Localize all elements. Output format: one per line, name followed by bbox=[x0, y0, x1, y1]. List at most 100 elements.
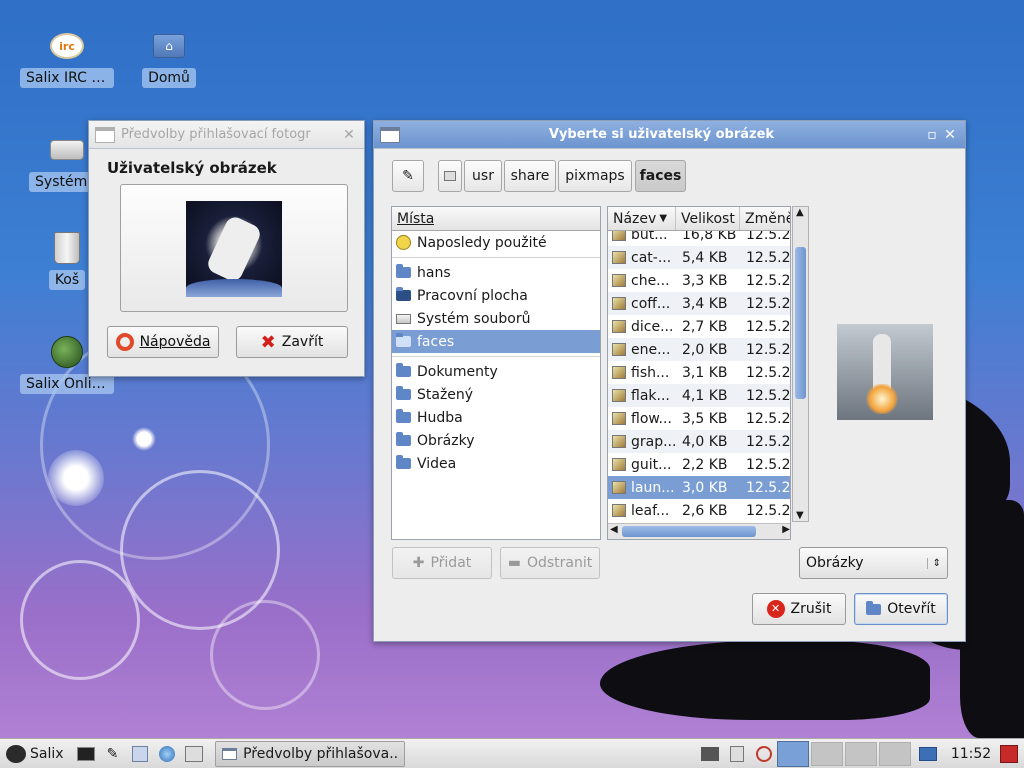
file-row[interactable]: coff... 3,4 KB 12.5.20 bbox=[608, 292, 790, 315]
shuttle-figure bbox=[873, 334, 891, 390]
desktop-icon-home[interactable]: ⌂ Domů bbox=[121, 28, 217, 92]
workspace-4[interactable] bbox=[879, 741, 911, 766]
task-button-prefs[interactable]: Předvolby přihlašova... bbox=[214, 740, 405, 767]
cancel-icon: ✕ bbox=[766, 600, 785, 618]
path-button-usr[interactable]: usr bbox=[464, 160, 502, 192]
clock[interactable]: 11:52 bbox=[949, 746, 993, 762]
file-modified: 12.5.20 bbox=[746, 433, 791, 450]
start-menu-button[interactable]: Salix bbox=[0, 744, 70, 763]
place-downloads[interactable]: Stažený bbox=[392, 383, 600, 406]
scroll-up-icon[interactable]: ▲ bbox=[796, 207, 804, 218]
remove-button-label: Odstranit bbox=[526, 555, 593, 571]
trash-icon bbox=[47, 230, 87, 266]
desktop-icon-irc[interactable]: irc Salix IRC s... bbox=[19, 28, 115, 92]
vertical-scrollbar[interactable]: ▲ ▼ bbox=[792, 206, 809, 522]
path-root-button[interactable] bbox=[438, 160, 462, 192]
workspace-2[interactable] bbox=[811, 741, 843, 766]
file-name: flow... bbox=[631, 410, 672, 427]
file-size: 2,0 KB bbox=[682, 341, 728, 358]
file-row[interactable]: grap... 4,0 KB 12.5.20 bbox=[608, 430, 791, 453]
file-row[interactable]: guit... 2,2 KB 12.5.20 bbox=[608, 453, 790, 476]
path-button-share[interactable]: share bbox=[504, 160, 556, 192]
network-icon[interactable] bbox=[699, 743, 721, 765]
file-modified: 12.5.20 bbox=[746, 272, 791, 289]
close-icon[interactable]: ✕ bbox=[340, 126, 358, 144]
place-desktop[interactable]: Pracovní plocha bbox=[392, 284, 600, 307]
file-size: 3,3 KB bbox=[682, 272, 728, 289]
add-button[interactable]: ✚ Přidat bbox=[392, 547, 492, 579]
window-icon bbox=[95, 126, 115, 143]
place-documents[interactable]: Dokumenty bbox=[392, 360, 600, 383]
file-manager-icon[interactable] bbox=[129, 743, 151, 765]
column-size[interactable]: Velikost bbox=[676, 207, 740, 230]
places-header[interactable]: Místa bbox=[392, 207, 600, 231]
wallpaper-swirl bbox=[210, 600, 320, 710]
keyboard-layout-icon[interactable] bbox=[917, 743, 939, 765]
workspace-1[interactable] bbox=[777, 740, 809, 767]
place-label: faces bbox=[417, 333, 455, 350]
user-picture-button[interactable] bbox=[120, 184, 348, 312]
file-row[interactable]: ene... 2,0 KB 12.5.20 bbox=[608, 338, 790, 361]
file-size: 2,7 KB bbox=[682, 318, 728, 335]
maximize-icon[interactable]: ▫ bbox=[923, 126, 941, 144]
folder-icon bbox=[396, 333, 411, 347]
removable-drive-icon[interactable] bbox=[726, 743, 748, 765]
prefs-heading: Uživatelský obrázek bbox=[107, 159, 277, 177]
column-name[interactable]: Název ▼ bbox=[608, 207, 676, 230]
file-row[interactable]: fish... 3,1 KB 12.5.20 bbox=[608, 361, 790, 384]
place-filesystem[interactable]: Systém souborů bbox=[392, 307, 600, 330]
chooser-titlebar[interactable]: Vyberte si uživatelský obrázek ▫ ✕ bbox=[374, 121, 965, 149]
file-size: 3,0 KB bbox=[682, 479, 728, 496]
close-icon[interactable]: ✕ bbox=[941, 126, 959, 144]
place-music[interactable]: Hudba bbox=[392, 406, 600, 429]
logout-icon[interactable] bbox=[998, 743, 1020, 765]
workspace-3[interactable] bbox=[845, 741, 877, 766]
place-home[interactable]: hans bbox=[392, 261, 600, 284]
place-recent[interactable]: Naposledy použité bbox=[392, 231, 600, 254]
file-size: 4,0 KB bbox=[682, 433, 728, 450]
file-row[interactable]: dice... 2,7 KB 12.5.20 bbox=[608, 315, 790, 338]
remove-button[interactable]: ▬ Odstranit bbox=[500, 547, 600, 579]
file-filter-select[interactable]: Obrázky ⇕ bbox=[799, 547, 948, 579]
help-icon bbox=[115, 333, 134, 351]
file-row[interactable]: laun... 3,0 KB 12.5.20 bbox=[608, 476, 790, 499]
prefs-titlebar[interactable]: Předvolby přihlašovací fotogr ✕ bbox=[89, 121, 364, 149]
horizontal-scrollbar[interactable]: ◀ ▶ bbox=[608, 523, 790, 539]
scroll-right-icon[interactable]: ▶ bbox=[782, 524, 790, 535]
window-icon bbox=[221, 747, 238, 760]
place-videos[interactable]: Videa bbox=[392, 452, 600, 475]
web-browser-icon[interactable] bbox=[156, 743, 178, 765]
help-button[interactable]: Nápověda bbox=[107, 326, 219, 358]
place-faces[interactable]: faces bbox=[392, 330, 600, 353]
terminal-icon[interactable] bbox=[75, 743, 97, 765]
file-row[interactable]: leaf... 2,6 KB 12.5.20 bbox=[608, 499, 790, 522]
update-notifier-icon[interactable] bbox=[753, 743, 775, 765]
horizontal-scroll-thumb[interactable] bbox=[622, 526, 756, 537]
place-pictures[interactable]: Obrázky bbox=[392, 429, 600, 452]
close-button[interactable]: ✖ Zavřít bbox=[236, 326, 348, 358]
harddisk-icon bbox=[47, 132, 87, 168]
desktop-icon bbox=[396, 287, 411, 301]
file-row[interactable]: flow... 3,5 KB 12.5.20 bbox=[608, 407, 790, 430]
close-button-label: Zavřít bbox=[281, 334, 324, 350]
path-button-faces[interactable]: faces bbox=[635, 160, 686, 192]
place-label: Stažený bbox=[417, 386, 474, 403]
path-button-pixmaps[interactable]: pixmaps bbox=[558, 160, 632, 192]
cancel-button[interactable]: ✕ Zrušit bbox=[752, 593, 846, 625]
open-button[interactable]: Otevřít bbox=[854, 593, 948, 625]
file-row[interactable]: flak... 4,1 KB 12.5.20 bbox=[608, 384, 790, 407]
scroll-down-icon[interactable]: ▼ bbox=[796, 510, 804, 521]
column-modified[interactable]: Změně bbox=[740, 207, 790, 230]
file-name-cell: flak... bbox=[608, 388, 676, 404]
file-row[interactable]: cat-... 5,4 KB 12.5.20 bbox=[608, 246, 790, 269]
text-editor-icon[interactable]: ✎ bbox=[102, 743, 124, 765]
salix-logo-icon bbox=[6, 744, 26, 763]
show-desktop-icon[interactable] bbox=[183, 743, 205, 765]
edit-location-button[interactable]: ✎ bbox=[392, 160, 424, 192]
file-list-header-overlay: Název ▼ Velikost Změně bbox=[608, 207, 790, 231]
vertical-scroll-thumb[interactable] bbox=[795, 247, 806, 399]
places-separator bbox=[392, 257, 600, 258]
file-row[interactable]: che... 3,3 KB 12.5.20 bbox=[608, 269, 791, 292]
file-name-cell: leaf... bbox=[608, 503, 676, 519]
scroll-left-icon[interactable]: ◀ bbox=[610, 524, 618, 535]
